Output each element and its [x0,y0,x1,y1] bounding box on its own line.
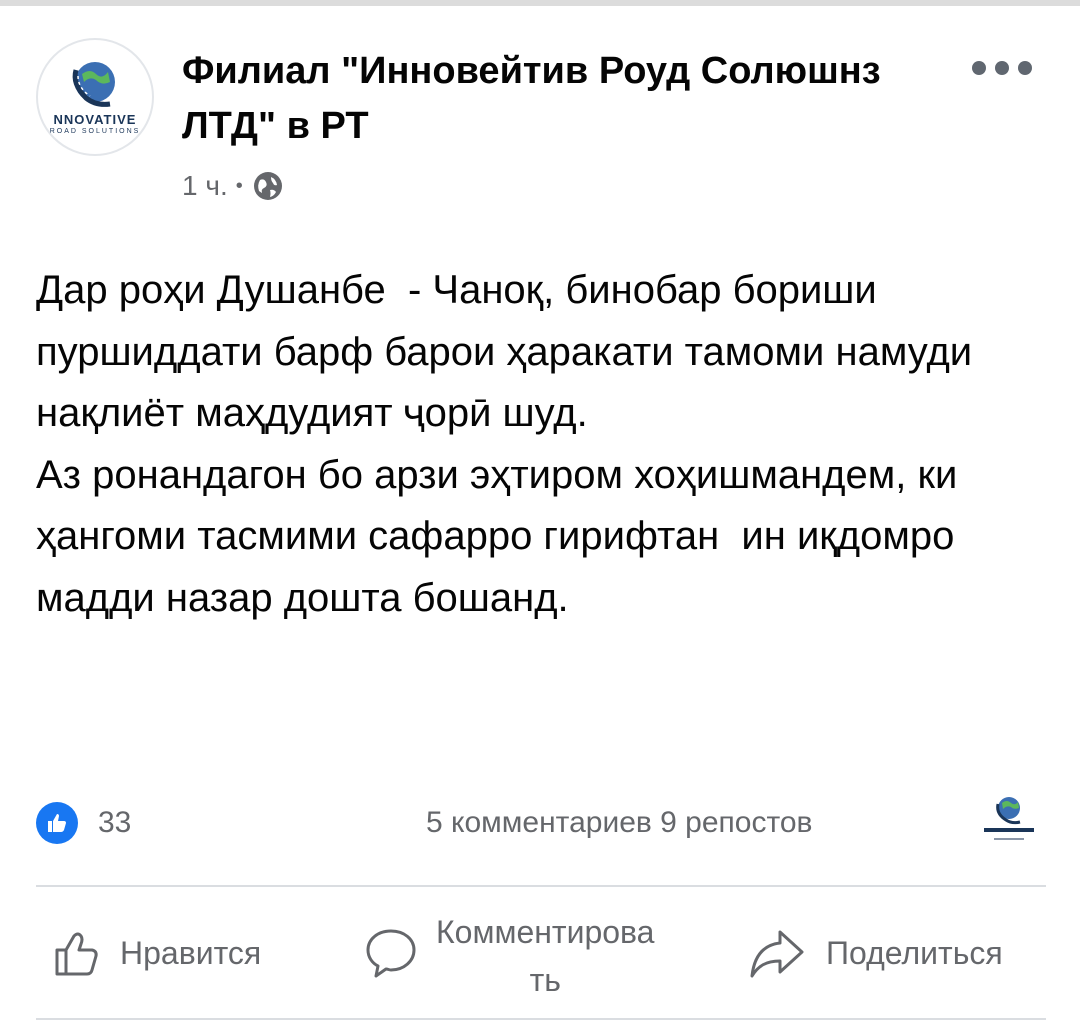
globe-icon[interactable] [251,169,285,203]
share-button[interactable]: Поделиться [748,928,1003,978]
more-dots-icon[interactable] [972,56,1032,80]
like-button[interactable]: Нравится [52,928,261,978]
comment-button[interactable]: Комментирова ть [364,908,654,1004]
top-edge [0,0,1080,6]
share-arrow-icon [748,928,806,978]
post-meta: 1 ч. • [182,166,285,206]
comments-shares-count[interactable]: 5 комментариев 9 репостов [426,802,813,844]
like-button-label: Нравится [120,935,262,971]
like-reaction-icon[interactable] [36,802,78,844]
comment-label-line1: Комментирова [436,914,655,950]
comment-label-line2: ть [529,962,561,998]
comment-button-label: Комментирова ть [436,908,654,1004]
globe-road-logo-icon [72,62,115,107]
speech-bubble-icon [364,926,418,980]
share-button-label: Поделиться [826,935,1003,971]
post-time[interactable]: 1 ч. [182,170,228,202]
post-text: Дар роҳи Душанбе - Чаноқ, бинобар бориши… [36,268,973,620]
like-count[interactable]: 33 [98,802,131,844]
thumbs-up-icon [52,928,102,978]
page-avatar[interactable]: NNOVATIVE ROAD SOLUTIONS [36,38,154,156]
post-stats: 33 5 комментариев 9 репостов [36,797,1046,848]
viewer-avatar [972,788,1046,852]
avatar-logo-subtext: ROAD SOLUTIONS [49,128,141,135]
bottom-divider [36,1018,1046,1020]
meta-separator: • [235,174,243,197]
divider [36,885,1046,887]
avatar-logo-text: NNOVATIVE [53,112,137,127]
page-name-link[interactable]: Филиал "Инновейтив Роуд Солюшнз ЛТД" в Р… [182,44,882,154]
